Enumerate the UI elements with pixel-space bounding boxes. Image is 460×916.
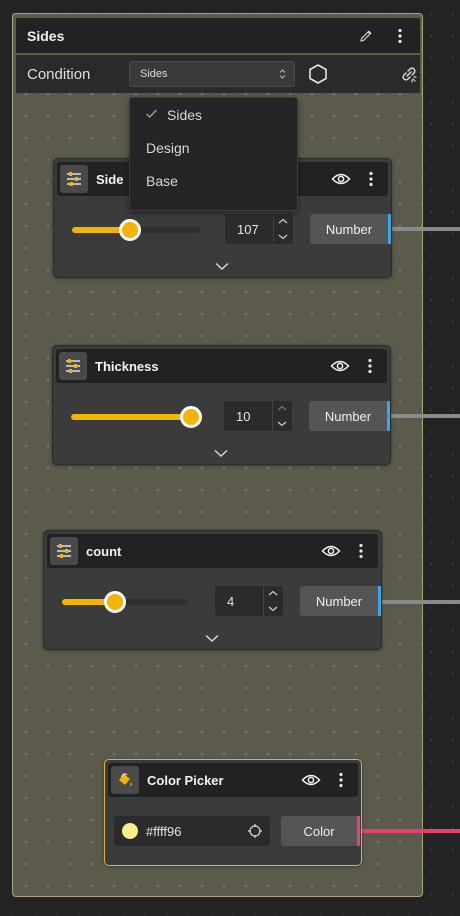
chevron-down-icon[interactable]	[214, 260, 230, 272]
sliders-icon	[50, 537, 78, 565]
output-port-label: Color	[303, 823, 335, 839]
condition-dropdown: Sides Design Base	[129, 97, 298, 211]
paint-bucket-icon	[111, 766, 139, 794]
sliders-icon	[60, 165, 88, 193]
sliders-icon	[59, 352, 87, 380]
node-header[interactable]: Thickness	[56, 349, 387, 383]
chevron-up-icon[interactable]	[276, 404, 288, 413]
chevron-down-icon[interactable]	[267, 604, 279, 613]
number-stepper[interactable]: 107	[224, 213, 294, 245]
chevron-down-icon[interactable]	[277, 232, 289, 241]
stepper-value[interactable]: 4	[227, 594, 234, 609]
port-connector[interactable]	[357, 816, 360, 846]
kebab-menu-icon[interactable]	[326, 765, 356, 795]
dropdown-option-design[interactable]: Design	[130, 131, 297, 164]
output-port[interactable]: Number	[309, 401, 390, 431]
hexagon-icon[interactable]	[307, 63, 329, 85]
stepper-divider	[272, 401, 273, 431]
slider-fill	[71, 414, 191, 420]
dropdown-option-label: Design	[146, 139, 190, 156]
check-icon	[145, 109, 158, 119]
number-slider-node[interactable]: count 4 Number	[43, 530, 382, 650]
output-wire	[391, 414, 460, 418]
output-wire	[382, 600, 460, 604]
slider-thumb[interactable]	[103, 591, 126, 613]
node-header[interactable]: Color Picker	[108, 763, 358, 797]
kebab-menu-icon[interactable]	[356, 164, 386, 194]
output-port-label: Number	[325, 221, 373, 237]
select-arrows-icon	[279, 69, 286, 79]
stepper-value[interactable]: 107	[237, 222, 259, 237]
value-slider[interactable]	[62, 591, 188, 613]
crosshair-icon[interactable]	[247, 823, 263, 839]
stepper-divider	[273, 214, 274, 244]
number-slider-node[interactable]: Thickness 10 Number	[52, 345, 391, 465]
node-title: count	[86, 543, 122, 559]
stepper-divider	[263, 586, 264, 616]
output-port-label: Number	[315, 593, 363, 609]
condition-row: Condition Sides	[16, 55, 420, 93]
number-stepper[interactable]: 4	[214, 585, 284, 617]
output-wire	[392, 227, 460, 231]
group-title: Sides	[27, 27, 65, 44]
condition-select[interactable]: Sides	[129, 61, 295, 87]
color-field[interactable]: #ffff96	[114, 816, 270, 846]
color-swatch[interactable]	[122, 823, 138, 839]
output-port[interactable]: Number	[300, 586, 381, 616]
kebab-menu-icon[interactable]	[355, 351, 385, 381]
node-header[interactable]: count	[47, 534, 378, 568]
output-port[interactable]: Number	[310, 214, 391, 244]
condition-select-value: Sides	[140, 68, 168, 80]
color-hex-value[interactable]: #ffff96	[146, 824, 181, 839]
value-slider[interactable]	[71, 406, 202, 428]
port-connector[interactable]	[378, 586, 381, 616]
condition-label: Condition	[27, 65, 91, 83]
chevron-up-icon[interactable]	[267, 589, 279, 598]
pencil-icon[interactable]	[352, 22, 380, 50]
dropdown-option-label: Sides	[167, 106, 203, 123]
chevron-down-icon[interactable]	[204, 632, 220, 644]
eye-icon[interactable]	[325, 351, 355, 381]
number-stepper[interactable]: 10	[223, 400, 293, 432]
dropdown-option-sides[interactable]: Sides	[130, 98, 297, 131]
value-slider[interactable]	[72, 219, 200, 241]
eye-icon[interactable]	[316, 536, 346, 566]
chevron-up-icon[interactable]	[277, 217, 289, 226]
eye-icon[interactable]	[296, 765, 326, 795]
chevron-down-icon[interactable]	[276, 419, 288, 428]
color-picker-node[interactable]: Color Picker #ffff96 Color	[104, 759, 362, 866]
kebab-menu-icon[interactable]	[386, 22, 414, 50]
kebab-menu-icon[interactable]	[346, 536, 376, 566]
group-header[interactable]: Sides	[16, 18, 420, 53]
color-output-wire	[362, 829, 460, 833]
slider-thumb[interactable]	[118, 219, 141, 241]
dropdown-option-base[interactable]: Base	[130, 164, 297, 197]
chevron-down-icon[interactable]	[213, 447, 229, 459]
dropdown-option-label: Base	[146, 172, 178, 189]
node-title: Color Picker	[147, 772, 224, 788]
port-connector[interactable]	[388, 214, 391, 244]
output-port-label: Number	[324, 408, 372, 424]
node-title: Thickness	[95, 358, 159, 374]
unlink-icon[interactable]	[399, 64, 419, 84]
color-output-port[interactable]: Color	[281, 816, 360, 846]
slider-thumb[interactable]	[180, 406, 202, 428]
port-connector[interactable]	[387, 401, 390, 431]
stepper-value[interactable]: 10	[236, 409, 250, 424]
eye-icon[interactable]	[326, 164, 356, 194]
